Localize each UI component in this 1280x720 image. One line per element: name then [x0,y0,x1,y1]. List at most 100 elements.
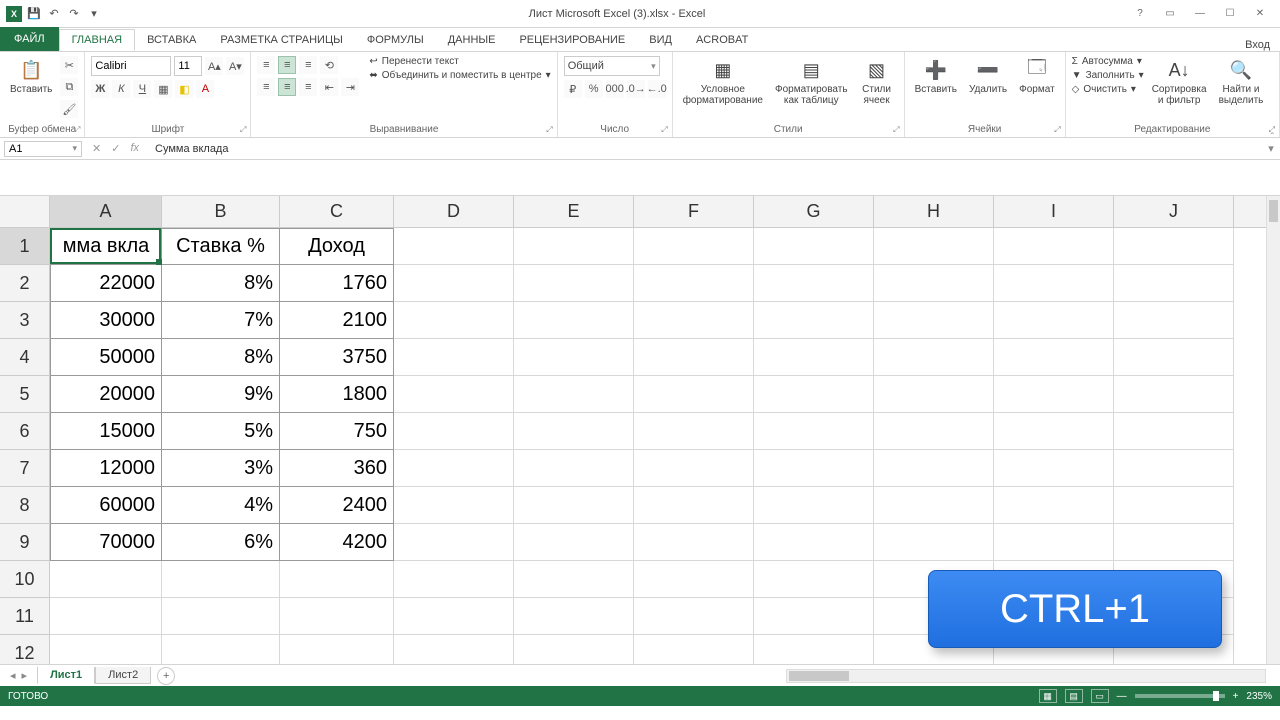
row-header[interactable]: 7 [0,450,49,487]
cell[interactable] [634,524,754,561]
cell[interactable] [394,302,514,339]
align-right-icon[interactable]: ≡ [299,78,317,96]
view-normal-icon[interactable]: ▦ [1039,689,1057,703]
cell[interactable] [874,228,994,265]
thousands-icon[interactable]: 000 [606,80,624,98]
cell[interactable] [754,376,874,413]
cell[interactable]: 20000 [50,376,162,413]
column-header[interactable]: F [634,196,754,227]
expand-formula-bar-icon[interactable]: ▾ [1262,142,1280,155]
cell[interactable] [50,561,162,598]
cell[interactable] [1114,339,1234,376]
column-headers[interactable]: ABCDEFGHIJ [50,196,1266,228]
row-header[interactable]: 1 [0,228,49,265]
cell[interactable] [874,413,994,450]
cell[interactable]: мма вкла [50,228,162,265]
row-header[interactable]: 10 [0,561,49,598]
ribbon-tab[interactable]: РАЗМЕТКА СТРАНИЦЫ [208,29,354,51]
insert-cells-button[interactable]: ➕Вставить [911,56,961,97]
cell[interactable]: 7% [162,302,280,339]
column-header[interactable]: B [162,196,280,227]
row-header[interactable]: 8 [0,487,49,524]
row-header[interactable]: 12 [0,635,49,664]
increase-font-icon[interactable]: A▴ [205,57,223,75]
align-center-icon[interactable]: ≡ [278,78,296,96]
cell[interactable] [994,487,1114,524]
column-header[interactable]: G [754,196,874,227]
vertical-scrollbar[interactable] [1266,196,1280,664]
column-header[interactable]: J [1114,196,1234,227]
fill-button[interactable]: ▼ Заполнить ▾ [1072,70,1144,81]
cell[interactable] [994,413,1114,450]
cell[interactable]: 5% [162,413,280,450]
cell[interactable] [634,635,754,664]
cell[interactable] [754,228,874,265]
font-color-icon[interactable]: A [196,80,214,98]
cell[interactable] [634,450,754,487]
cell[interactable] [1114,450,1234,487]
underline-icon[interactable]: Ч [133,80,151,98]
cell[interactable] [162,598,280,635]
column-header[interactable]: E [514,196,634,227]
sheet-tab[interactable]: Лист2 [95,667,151,684]
name-box[interactable]: A1▾ [4,141,82,157]
cell[interactable] [874,265,994,302]
cell[interactable] [162,561,280,598]
align-left-icon[interactable]: ≡ [257,78,275,96]
column-header[interactable]: C [280,196,394,227]
cell[interactable] [1114,376,1234,413]
row-header[interactable]: 5 [0,376,49,413]
fx-icon[interactable]: fx [130,142,139,155]
cell[interactable] [634,339,754,376]
cell[interactable] [1114,524,1234,561]
cell[interactable]: Доход [280,228,394,265]
cell[interactable]: 30000 [50,302,162,339]
cell[interactable] [514,524,634,561]
font-size-select[interactable] [174,56,202,76]
ribbon-tab[interactable]: ВСТАВКА [135,29,208,51]
find-select-button[interactable]: 🔍Найти и выделить [1215,56,1268,108]
cell[interactable] [394,450,514,487]
cell[interactable]: 4% [162,487,280,524]
row-header[interactable]: 11 [0,598,49,635]
row-headers[interactable]: 123456789101112 [0,228,50,664]
cell[interactable] [50,598,162,635]
cell[interactable]: 2400 [280,487,394,524]
horizontal-scrollbar[interactable] [786,669,1266,683]
redo-icon[interactable]: ↷ [66,6,82,22]
cell[interactable] [514,561,634,598]
cell[interactable] [1114,487,1234,524]
cell[interactable] [874,487,994,524]
cell[interactable]: 22000 [50,265,162,302]
cell[interactable] [394,524,514,561]
align-middle-icon[interactable]: ≡ [278,56,296,74]
format-painter-icon[interactable]: 🖌 [60,100,78,118]
delete-cells-button[interactable]: ➖Удалить [965,56,1011,97]
cell[interactable] [514,598,634,635]
cell[interactable] [994,376,1114,413]
cell[interactable] [1114,228,1234,265]
cell[interactable] [514,413,634,450]
cell[interactable] [634,598,754,635]
cell[interactable] [754,413,874,450]
cell[interactable] [514,339,634,376]
select-all-corner[interactable] [0,196,50,228]
cell[interactable]: 1800 [280,376,394,413]
minimize-icon[interactable]: — [1186,5,1214,23]
cell[interactable] [514,635,634,664]
cell[interactable] [394,561,514,598]
cell[interactable] [50,635,162,664]
column-header[interactable]: D [394,196,514,227]
paste-button[interactable]: 📋 Вставить [6,56,56,97]
cell[interactable] [994,228,1114,265]
cell[interactable] [994,524,1114,561]
decimal-decrease-icon[interactable]: ←.0 [648,80,666,98]
row-header[interactable]: 9 [0,524,49,561]
cell[interactable] [394,413,514,450]
font-name-select[interactable] [91,56,171,76]
clear-button[interactable]: ◇ Очистить ▾ [1072,84,1144,95]
indent-increase-icon[interactable]: ⇥ [341,78,359,96]
cell[interactable] [280,635,394,664]
borders-icon[interactable]: ▦ [154,80,172,98]
cell-styles-button[interactable]: ▧Стили ячеек [856,56,898,108]
